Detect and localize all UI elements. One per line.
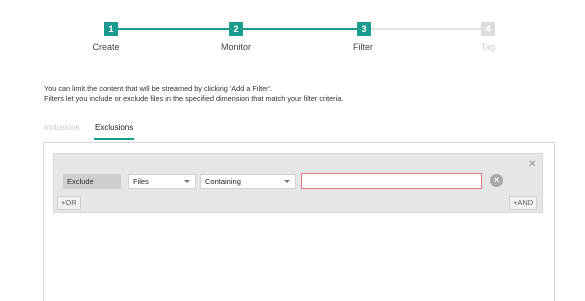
step-4-label: Tag	[480, 42, 496, 52]
close-icon[interactable]: ✕	[528, 159, 536, 170]
filter-mode-label: Exclude	[63, 174, 121, 189]
step-connector-1	[111, 28, 236, 30]
chevron-down-icon	[284, 180, 290, 183]
description-line-1: You can limit the content that will be s…	[44, 84, 273, 93]
add-or-button[interactable]: +OR	[57, 196, 81, 210]
remove-icon[interactable]: ✕	[490, 174, 503, 187]
step-4-marker: 4	[481, 22, 495, 36]
step-1-marker[interactable]: 1	[104, 22, 118, 36]
chevron-down-icon	[184, 180, 190, 183]
filter-value-input[interactable]	[301, 173, 482, 189]
operator-select-value: Containing	[205, 177, 241, 186]
dimension-select-value: Files	[133, 177, 149, 186]
filter-row: ✕ Exclude Files Containing ✕ +OR +AND	[53, 153, 543, 213]
dimension-select[interactable]: Files	[128, 174, 196, 189]
step-connector-2	[236, 28, 364, 30]
step-2-label: Monitor	[220, 42, 251, 52]
description-line-2: Filters let you include or exclude files…	[44, 94, 344, 103]
add-and-button[interactable]: +AND	[509, 196, 538, 210]
operator-select[interactable]: Containing	[200, 174, 296, 189]
step-3-marker[interactable]: 3	[357, 22, 371, 36]
filter-description: You can limit the content that will be s…	[44, 84, 343, 104]
active-tab-indicator	[94, 138, 134, 140]
exclusions-panel: ✕ Exclude Files Containing ✕ +OR +AND	[43, 142, 555, 301]
step-connector-3	[364, 28, 488, 30]
step-3-label: Filter	[353, 42, 373, 52]
wizard-stepper: 1 2 3 4 Create Monitor Filter Tag	[0, 0, 585, 60]
tab-exclusions[interactable]: Exclusions	[95, 123, 133, 138]
step-2-marker[interactable]: 2	[229, 22, 243, 36]
step-1-label: Create	[92, 42, 120, 52]
tab-inclusions[interactable]: Inclusions	[44, 123, 80, 138]
